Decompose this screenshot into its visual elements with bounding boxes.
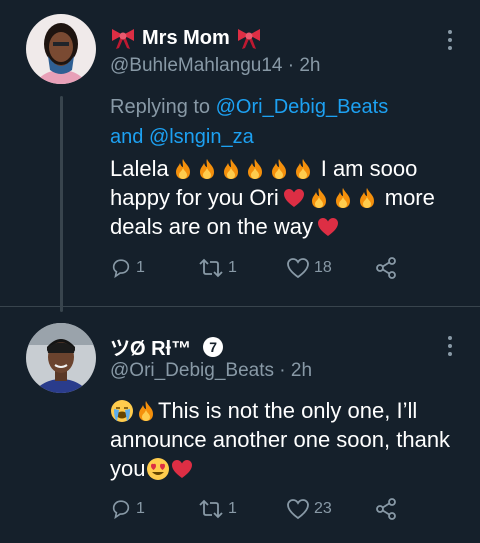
heart-icon (287, 258, 309, 279)
share-button[interactable] (374, 497, 398, 521)
red-heart-emoji (317, 217, 339, 237)
fire-emoji (309, 187, 329, 209)
retweet-icon (199, 499, 223, 519)
retweet-button[interactable]: 1 (198, 498, 286, 520)
more-options-icon[interactable] (446, 336, 454, 356)
mention-link[interactable]: @lsngin_za (149, 126, 254, 148)
tweet-divider (0, 306, 480, 307)
tweet-actions: 1 1 23 (110, 497, 398, 521)
fire-emoji (136, 400, 156, 422)
tweet-text: This is not the only one, I’ll announce … (110, 398, 451, 481)
fire-emoji (269, 158, 289, 180)
tweet-text: Lalela I am sooo happy for you Ori more … (110, 156, 435, 239)
retweet-button[interactable]: 1 (198, 257, 286, 279)
fire-emoji (221, 158, 241, 180)
separator: · (287, 55, 295, 76)
ribbon-bow-emoji (236, 26, 262, 50)
crying-face-emoji (111, 399, 133, 422)
thread-line (60, 96, 63, 312)
fire-emoji (197, 158, 217, 180)
avatar[interactable] (26, 323, 96, 393)
reply-button[interactable]: 1 (110, 498, 198, 520)
red-heart-emoji (283, 188, 305, 208)
avatar[interactable] (26, 14, 96, 84)
replying-to: Replying to @Ori_Debig_Beats and @lsngin… (110, 96, 389, 148)
reply-icon (112, 259, 130, 279)
display-name[interactable]: Mrs Mom (142, 27, 230, 50)
red-heart-emoji (171, 459, 193, 479)
share-icon (376, 257, 396, 279)
tweet-actions: 1 1 18 (110, 256, 398, 280)
retweet-count: 1 (228, 259, 237, 276)
share-icon (376, 498, 396, 520)
fire-emoji (245, 158, 265, 180)
ribbon-bow-emoji (110, 26, 136, 50)
mention-link[interactable]: @Ori_Debig_Beats (216, 96, 389, 118)
display-name[interactable]: ツØ Rƚ™ (110, 332, 191, 361)
tweet-time[interactable]: 2h (299, 55, 320, 76)
like-count: 23 (314, 500, 332, 517)
reply-icon (112, 500, 130, 520)
tweet-time[interactable]: 2h (291, 360, 312, 381)
fire-emoji (293, 158, 313, 180)
fire-emoji (333, 187, 353, 209)
share-button[interactable] (374, 256, 398, 280)
reply-button[interactable]: 1 (110, 257, 198, 279)
user-handle[interactable]: @BuhleMahlangu14 (110, 55, 282, 76)
heart-icon (287, 499, 309, 520)
like-count: 18 (314, 259, 332, 276)
separator: · (279, 360, 286, 381)
fire-emoji (357, 187, 377, 209)
fire-emoji (173, 158, 193, 180)
retweet-icon (199, 258, 223, 278)
heart-eyes-emoji (147, 457, 170, 480)
user-handle[interactable]: @Ori_Debig_Beats (110, 360, 274, 381)
reply-count: 1 (136, 259, 145, 276)
like-button[interactable]: 18 (286, 257, 374, 279)
like-button[interactable]: 23 (286, 498, 374, 520)
reply-count: 1 (136, 500, 145, 517)
more-options-icon[interactable] (446, 30, 454, 50)
retweet-count: 1 (228, 500, 237, 517)
number-badge: 7 (203, 336, 224, 357)
replying-and: and (110, 126, 144, 148)
